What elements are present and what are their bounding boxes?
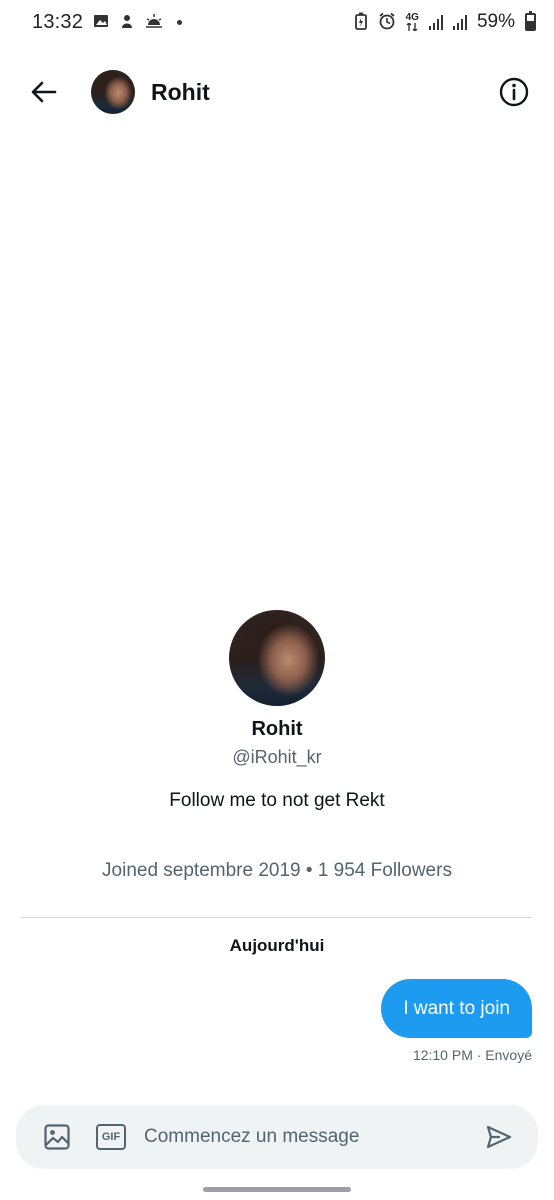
send-icon <box>486 1125 512 1149</box>
battery-percent: 59% <box>476 11 515 32</box>
profile-avatar[interactable] <box>229 610 325 706</box>
back-button[interactable] <box>24 72 64 112</box>
header-name[interactable]: Rohit <box>151 79 496 106</box>
gif-button[interactable]: GIF <box>96 1124 126 1150</box>
home-indicator[interactable] <box>203 1187 351 1192</box>
sent-message-bubble[interactable]: I want to join <box>381 979 532 1038</box>
profile-handle: @iRohit_kr <box>232 747 322 767</box>
status-bar: 13:32 4G 59% <box>0 0 554 44</box>
weather-icon <box>145 13 163 32</box>
battery-fill <box>527 20 534 29</box>
profile-meta: Joined septembre 2019 • 1 954 Followers <box>102 860 452 881</box>
day-separator: Aujourd'hui <box>229 936 325 955</box>
message-input[interactable] <box>144 1126 484 1148</box>
send-button[interactable] <box>484 1122 514 1152</box>
header-avatar[interactable] <box>91 70 135 114</box>
battery-icon <box>525 11 536 31</box>
signal-icon-2 <box>452 14 467 30</box>
info-button[interactable] <box>496 74 532 110</box>
avatar-image <box>229 610 325 706</box>
divider <box>21 917 532 918</box>
status-time: 13:32 <box>32 10 84 33</box>
conversation-header: Rohit <box>0 60 554 124</box>
network-type: 4G <box>405 12 419 23</box>
gallery-notification-icon <box>93 13 109 32</box>
alarm-icon <box>378 12 396 33</box>
battery-saver-icon <box>354 12 368 33</box>
app-notification-icon <box>119 13 135 32</box>
dm-screen: 13:32 4G 59% Rohit Rohit @iRohit_kr Foll… <box>0 0 554 1200</box>
status-left: 13:32 <box>32 10 183 34</box>
message-status: 12:10 PM · Envoyé <box>412 1047 532 1063</box>
arrow-left-icon <box>31 81 57 103</box>
profile-card[interactable]: Rohit @iRohit_kr Follow me to not get Re… <box>0 610 554 882</box>
more-notifications-icon <box>177 19 183 25</box>
media-button[interactable] <box>42 1122 72 1152</box>
message-composer: GIF <box>16 1105 538 1169</box>
signal-icon <box>428 14 443 30</box>
image-icon <box>44 1124 70 1150</box>
avatar-image <box>91 70 135 114</box>
status-right: 4G 59% <box>354 11 536 33</box>
network-type-icon: 4G <box>406 13 419 31</box>
profile-bio: Follow me to not get Rekt <box>169 790 385 811</box>
info-icon <box>499 77 529 107</box>
profile-name: Rohit <box>251 718 303 740</box>
